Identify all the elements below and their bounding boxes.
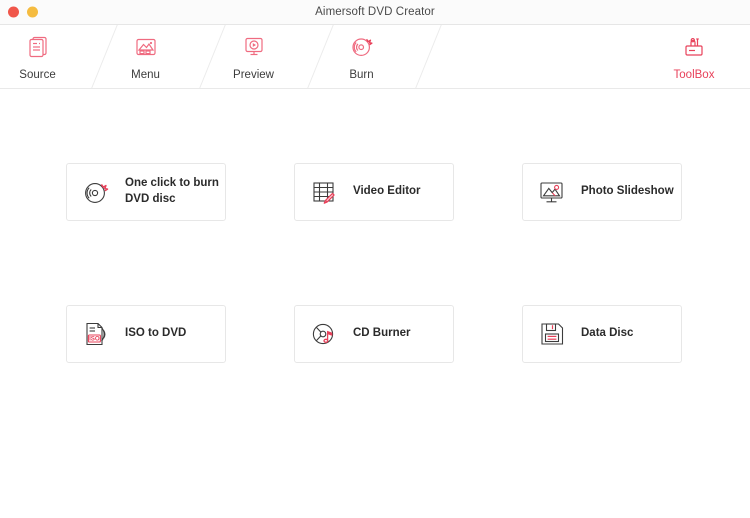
- disc-burn-icon: [79, 175, 113, 209]
- window-titlebar: Aimersoft DVD Creator: [0, 0, 750, 25]
- tool-card-cd-burner[interactable]: CD Burner: [294, 305, 454, 363]
- document-stack-icon: [24, 32, 52, 62]
- photo-monitor-icon: [535, 175, 569, 209]
- tool-card-label: CD Burner: [353, 327, 411, 340]
- svg-text:ISO: ISO: [89, 336, 100, 343]
- tool-card-one-click-burn[interactable]: One click to burn DVD disc: [66, 163, 226, 221]
- step-navigation-bar: Source Menu Preview Burn ToolBox: [0, 25, 750, 89]
- nav-step-source[interactable]: Source: [0, 25, 75, 88]
- picture-menu-icon: [132, 32, 160, 62]
- nav-step-preview[interactable]: Preview: [216, 25, 291, 88]
- toolbox-icon: [680, 32, 708, 62]
- nav-step-burn-label: Burn: [349, 69, 374, 81]
- tool-card-label: One click to burn DVD disc: [125, 177, 219, 205]
- step-separator: [399, 25, 432, 88]
- nav-step-menu-label: Menu: [131, 69, 160, 81]
- nav-step-preview-label: Preview: [233, 69, 274, 81]
- monitor-play-icon: [240, 32, 268, 62]
- tool-card-video-editor[interactable]: Video Editor: [294, 163, 454, 221]
- tool-card-photo-slideshow[interactable]: Photo Slideshow: [522, 163, 682, 221]
- film-pencil-icon: [307, 175, 341, 209]
- floppy-disk-icon: [535, 317, 569, 351]
- cd-music-icon: [307, 317, 341, 351]
- nav-step-burn[interactable]: Burn: [324, 25, 399, 88]
- minimize-window-button[interactable]: [27, 6, 38, 18]
- tool-card-grid: One click to burn DVD disc Video Editor: [66, 163, 682, 363]
- tool-card-label: Video Editor: [353, 185, 421, 198]
- tool-card-label: ISO to DVD: [125, 327, 187, 340]
- nav-step-menu[interactable]: Menu: [108, 25, 183, 88]
- disc-burn-icon: [348, 32, 376, 62]
- tool-card-label: Data Disc: [581, 327, 634, 340]
- nav-step-toolbox[interactable]: ToolBox: [662, 25, 726, 88]
- nav-step-toolbox-label: ToolBox: [673, 69, 715, 81]
- step-separator: [291, 25, 324, 88]
- step-list: Source Menu Preview Burn: [0, 25, 432, 88]
- tool-card-data-disc[interactable]: Data Disc: [522, 305, 682, 363]
- window-controls: [8, 6, 38, 18]
- step-separator: [75, 25, 108, 88]
- nav-step-source-label: Source: [19, 69, 56, 81]
- tool-card-iso-to-dvd[interactable]: ISO ISO to DVD: [66, 305, 226, 363]
- step-separator: [183, 25, 216, 88]
- tool-card-label: Photo Slideshow: [581, 185, 674, 198]
- toolbox-content-area: One click to burn DVD disc Video Editor: [0, 89, 750, 518]
- window-title: Aimersoft DVD Creator: [315, 6, 435, 18]
- close-window-button[interactable]: [8, 6, 19, 18]
- iso-file-icon: ISO: [79, 317, 113, 351]
